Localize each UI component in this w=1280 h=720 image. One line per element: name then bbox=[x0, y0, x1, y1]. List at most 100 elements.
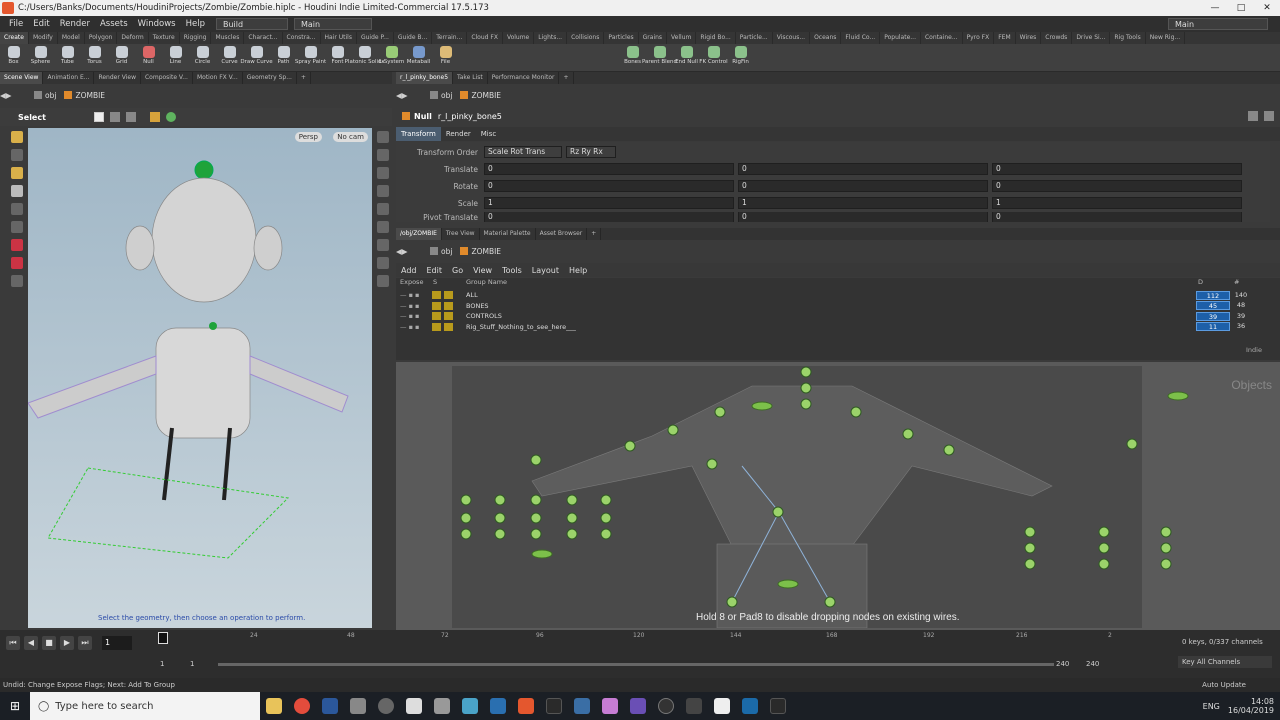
shelf-tool-metaball[interactable]: Metaball bbox=[405, 44, 432, 65]
shelf-tab-texture[interactable]: Texture bbox=[149, 32, 180, 44]
expose-flags[interactable]: — ▪ ▪ bbox=[400, 302, 419, 310]
lighting-icon[interactable] bbox=[377, 185, 389, 197]
add-tab-icon[interactable]: + bbox=[297, 72, 311, 84]
shelf-tool-platonic-solids[interactable]: Platonic Solids bbox=[345, 44, 384, 65]
expose-flags[interactable]: — ▪ ▪ bbox=[400, 291, 419, 299]
tab-misc[interactable]: Misc bbox=[476, 127, 501, 141]
shelf-tool-sphere[interactable]: Sphere bbox=[27, 44, 54, 65]
app-icon-9[interactable] bbox=[658, 698, 674, 714]
app-icon-12[interactable] bbox=[742, 698, 758, 714]
shelf-tool-box[interactable]: Box bbox=[0, 44, 27, 65]
menu-tools[interactable]: Tools bbox=[497, 266, 527, 275]
bone-node[interactable] bbox=[494, 494, 506, 506]
shelf-tab-fluid-co[interactable]: Fluid Co... bbox=[841, 32, 881, 44]
path-obj[interactable]: obj bbox=[30, 91, 60, 100]
control-node[interactable] bbox=[751, 401, 773, 411]
add-tab-icon[interactable]: + bbox=[587, 228, 602, 240]
playhead[interactable] bbox=[158, 632, 168, 644]
menu-view[interactable]: View bbox=[468, 266, 497, 275]
windows-start-icon[interactable]: ⊞ bbox=[0, 692, 30, 720]
shelf-tool-tube[interactable]: Tube bbox=[54, 44, 81, 65]
paint-select-icon[interactable] bbox=[125, 112, 136, 122]
bone-node[interactable] bbox=[1126, 438, 1138, 450]
points-display-icon[interactable] bbox=[377, 239, 389, 251]
tab-transform[interactable]: Transform bbox=[396, 127, 441, 141]
file-explorer-icon[interactable] bbox=[266, 698, 282, 714]
bone-node[interactable] bbox=[600, 512, 612, 524]
menu-windows[interactable]: Windows bbox=[133, 19, 181, 29]
shelf-tool-curve[interactable]: Curve bbox=[216, 44, 243, 65]
bone-node[interactable] bbox=[566, 494, 578, 506]
menu-assets[interactable]: Assets bbox=[95, 19, 133, 29]
bone-node[interactable] bbox=[494, 528, 506, 540]
app-icon-2[interactable] bbox=[378, 698, 394, 714]
group-back-arrow-icon[interactable]: ◀▶ bbox=[396, 247, 426, 256]
chrome-icon[interactable] bbox=[294, 698, 310, 714]
shelf-tab-model[interactable]: Model bbox=[58, 32, 85, 44]
transform-order-dropdown[interactable]: Scale Rot Trans bbox=[484, 146, 562, 158]
bone-node[interactable] bbox=[566, 528, 578, 540]
gear-icon[interactable] bbox=[1248, 111, 1258, 121]
shelf-tab-new-rig[interactable]: New Rig... bbox=[1146, 32, 1186, 44]
rig-nodes[interactable] bbox=[396, 362, 1280, 630]
minimize-icon[interactable]: — bbox=[1202, 3, 1228, 13]
bone-node[interactable] bbox=[1098, 542, 1110, 554]
rotate-z-field[interactable]: 0 bbox=[992, 180, 1242, 192]
shelf-tab-containe[interactable]: Containe... bbox=[921, 32, 963, 44]
group-row[interactable]: — ▪ ▪ BONES 45 48 bbox=[396, 301, 1280, 311]
rotate-y-field[interactable]: 0 bbox=[738, 180, 988, 192]
shelf-tool-file[interactable]: File bbox=[432, 44, 459, 65]
rig-tool-rigfin[interactable]: RigFin bbox=[727, 44, 754, 65]
scale-y-field[interactable]: 1 bbox=[738, 197, 988, 209]
jump-start-icon[interactable]: ⏮ bbox=[6, 636, 20, 650]
menu-layout[interactable]: Layout bbox=[527, 266, 564, 275]
bone-node[interactable] bbox=[530, 454, 542, 466]
shelf-tab-fem[interactable]: FEM bbox=[994, 32, 1016, 44]
group-color-swatch[interactable] bbox=[432, 312, 441, 320]
bone-node[interactable] bbox=[460, 494, 472, 506]
pivot-z-field[interactable]: 0 bbox=[992, 212, 1242, 222]
shelf-tab-constra[interactable]: Constra... bbox=[283, 32, 321, 44]
shelf-tab-rig-tools[interactable]: Rig Tools bbox=[1110, 32, 1146, 44]
translate-y-field[interactable]: 0 bbox=[738, 163, 988, 175]
shelf-tab-terrain[interactable]: Terrain... bbox=[432, 32, 468, 44]
range-slider[interactable] bbox=[218, 663, 1054, 666]
clock[interactable]: 14:08 16/04/2019 bbox=[1228, 697, 1274, 715]
snap-icon[interactable] bbox=[11, 257, 23, 269]
visible-only-icon[interactable] bbox=[165, 112, 176, 122]
bone-node[interactable] bbox=[1160, 558, 1172, 570]
tab-asset-browser[interactable]: Asset Browser bbox=[536, 228, 588, 240]
shelf-tool-null[interactable]: Null bbox=[135, 44, 162, 65]
group-color-swatch[interactable] bbox=[432, 291, 441, 299]
group-color-swatch[interactable] bbox=[444, 322, 453, 331]
menu-file[interactable]: File bbox=[4, 19, 28, 29]
rotate-x-field[interactable]: 0 bbox=[484, 180, 734, 192]
select-box-icon[interactable] bbox=[93, 112, 104, 122]
control-node[interactable] bbox=[531, 549, 553, 559]
bone-node[interactable] bbox=[530, 494, 542, 506]
stop-icon[interactable]: ■ bbox=[42, 636, 56, 650]
scale-z-field[interactable]: 1 bbox=[992, 197, 1242, 209]
bone-node[interactable] bbox=[1024, 558, 1036, 570]
bone-node[interactable] bbox=[772, 506, 784, 518]
shelf-tab-populate[interactable]: Populate... bbox=[880, 32, 921, 44]
group-path-obj[interactable]: obj bbox=[426, 247, 456, 256]
translate-z-field[interactable]: 0 bbox=[992, 163, 1242, 175]
frame-ruler[interactable]: 1244872961201441681922162 bbox=[158, 632, 1112, 652]
shelf-tab-polygon[interactable]: Polygon bbox=[85, 32, 118, 44]
app-icon-6[interactable] bbox=[490, 698, 506, 714]
shelf-tool-grid[interactable]: Grid bbox=[108, 44, 135, 65]
app-icon-8[interactable] bbox=[602, 698, 618, 714]
group-color-swatch[interactable] bbox=[444, 301, 453, 310]
shelf-tab-wires[interactable]: Wires bbox=[1016, 32, 1042, 44]
shelf-tab-hair-utils[interactable]: Hair Utils bbox=[321, 32, 357, 44]
word-icon[interactable] bbox=[322, 698, 338, 714]
group-row[interactable]: — ▪ ▪ CONTROLS 39 39 bbox=[396, 311, 1280, 321]
shelf-tab-charact[interactable]: Charact... bbox=[244, 32, 283, 44]
bone-node[interactable] bbox=[726, 596, 738, 608]
shading-mode-icon[interactable] bbox=[377, 167, 389, 179]
add-tab-icon[interactable]: + bbox=[559, 72, 574, 84]
app-icon-5[interactable] bbox=[462, 698, 478, 714]
bone-node[interactable] bbox=[1160, 526, 1172, 538]
network-view[interactable]: Objects Hold 8 or Pad8 to disable droppi… bbox=[396, 362, 1280, 630]
